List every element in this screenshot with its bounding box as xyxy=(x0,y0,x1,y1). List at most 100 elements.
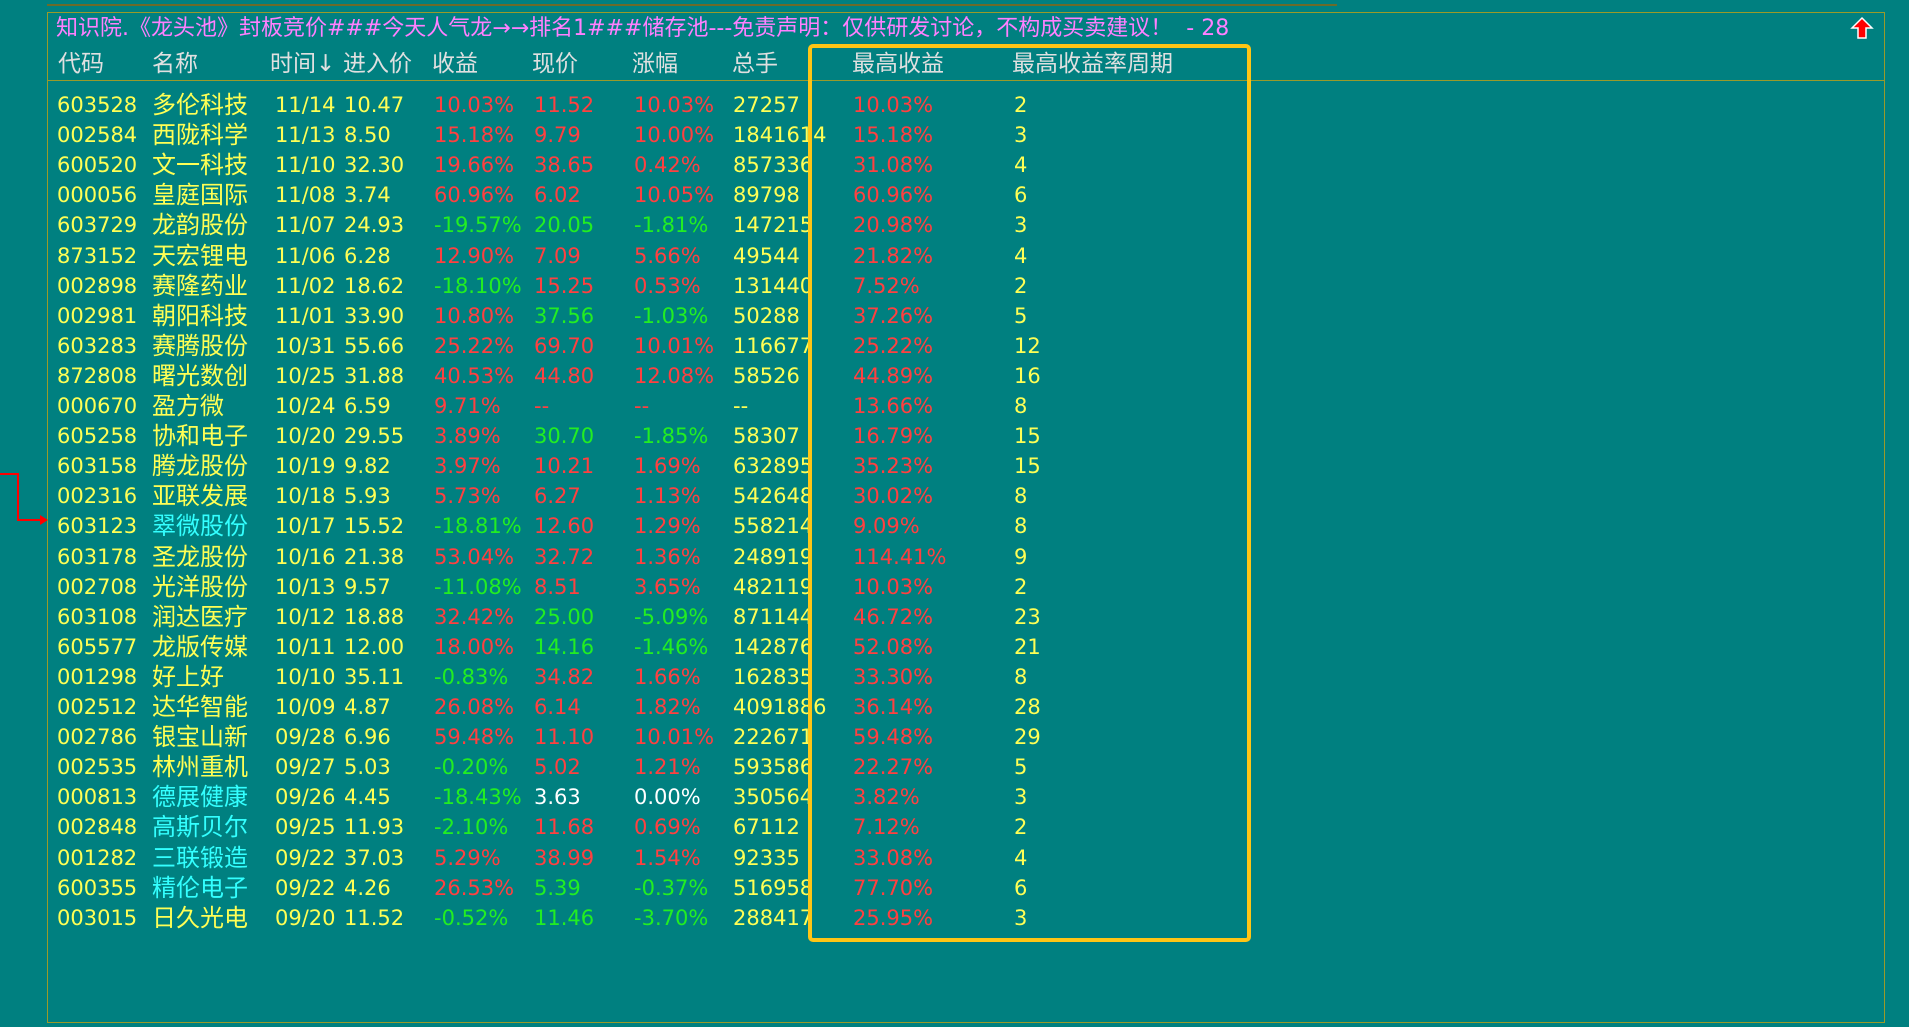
table-row[interactable]: 873152 天宏锂电 11/06 6.28 12.90% 7.09 5.66% 49544 2… xyxy=(0,241,1300,271)
cell-volume: 147215 xyxy=(733,213,814,238)
table-row[interactable]: 003015 日久光电 09/20 11.52 -0.52% 11.46 -3.70% 288… xyxy=(0,903,1300,933)
col-header-gain[interactable]: 收益 xyxy=(432,48,478,80)
cell-max-gain: 52.08% xyxy=(853,634,934,659)
col-header-entry-price[interactable]: 进入价 xyxy=(343,48,412,80)
cell-max-gain: 7.52% xyxy=(853,273,920,298)
table-row[interactable]: 002848 高斯贝尔 09/25 11.93 -2.10% 11.68 0.69% 6711… xyxy=(0,812,1300,842)
cell-max-gain-period: 5 xyxy=(1014,303,1028,328)
table-row[interactable]: 600520 文一科技 11/10 32.30 19.66% 38.65 0.42% 8573… xyxy=(0,150,1300,180)
up-arrow-icon[interactable] xyxy=(1850,16,1874,40)
cell-max-gain: 15.18% xyxy=(853,123,934,148)
cell-code: 001282 xyxy=(57,845,138,870)
cell-volume: 857336 xyxy=(733,153,814,178)
cell-gain: 19.66% xyxy=(434,153,515,178)
cell-volume: 27257 xyxy=(733,93,800,117)
col-header-volume[interactable]: 总手 xyxy=(732,48,778,80)
cell-volume: 92335 xyxy=(733,845,800,870)
cell-name: 三联锻造 xyxy=(152,843,248,872)
cell-price: 37.56 xyxy=(534,303,595,328)
cell-gain: 5.29% xyxy=(434,845,501,870)
table-row[interactable]: 000056 皇庭国际 11/08 3.74 60.96% 6.02 10.05% 89798… xyxy=(0,180,1300,210)
cell-gain: 59.48% xyxy=(434,725,515,750)
cell-max-gain: 35.23% xyxy=(853,454,934,479)
cell-code: 603108 xyxy=(57,604,138,629)
cell-name: 圣龙股份 xyxy=(152,542,248,571)
col-header-price[interactable]: 现价 xyxy=(532,48,578,80)
col-header-time[interactable]: 时间↓ xyxy=(270,48,335,80)
cell-name: 龙韵股份 xyxy=(152,211,248,240)
table-row[interactable]: 603158 腾龙股份 10/19 9.82 3.97% 10.21 1.69% 632895… xyxy=(0,451,1300,481)
cell-max-gain: 25.22% xyxy=(853,333,934,358)
cell-code: 605258 xyxy=(57,424,138,449)
table-row[interactable]: 001282 三联锻造 09/22 37.03 5.29% 38.99 1.54% 92335… xyxy=(0,843,1300,873)
cell-entry-price: 33.90 xyxy=(344,303,405,328)
cell-change: 1.82% xyxy=(634,695,701,719)
cell-change: 10.01% xyxy=(634,333,715,358)
cell-gain: -18.43% xyxy=(434,785,522,810)
cell-price: 9.79 xyxy=(534,123,581,148)
cell-max-gain-period: 15 xyxy=(1014,424,1041,449)
cell-max-gain-period: 5 xyxy=(1014,755,1028,780)
cell-code: 605577 xyxy=(57,634,138,659)
cell-time: 10/11 xyxy=(275,634,336,659)
cell-volume: 248919 xyxy=(733,544,814,569)
cell-entry-price: 37.03 xyxy=(344,845,405,870)
table-row[interactable]: 605577 龙版传媒 10/11 12.00 18.00% 14.16 -1.46% 142… xyxy=(0,632,1300,662)
cell-change: 3.65% xyxy=(634,574,701,599)
table-row[interactable]: 002708 光洋股份 10/13 9.57 -11.08% 8.51 3.65% 48211… xyxy=(0,572,1300,602)
cell-time: 11/06 xyxy=(275,243,336,268)
cell-price: 6.14 xyxy=(534,695,581,719)
table-row[interactable]: 001298 好上好 10/10 35.11 -0.83% 34.82 1.66% 16283… xyxy=(0,662,1300,692)
table-row[interactable]: 000813 德展健康 09/26 4.45 -18.43% 3.63 0.00% 35056… xyxy=(0,782,1300,812)
cell-gain: 5.73% xyxy=(434,484,501,509)
cell-price: 11.52 xyxy=(534,93,595,117)
cell-price: 32.72 xyxy=(534,544,595,569)
cell-gain: 10.80% xyxy=(434,303,515,328)
cell-volume: 162835 xyxy=(733,664,814,689)
table-row[interactable]: 002584 西陇科学 11/13 8.50 15.18% 9.79 10.00% 18416… xyxy=(0,120,1300,150)
table-row[interactable]: 000670 盈方微 10/24 6.59 9.71% -- -- -- 13.66% 8 xyxy=(0,391,1300,421)
cell-max-gain-period: 6 xyxy=(1014,875,1028,900)
cell-entry-price: 6.59 xyxy=(344,394,391,418)
cell-volume: 67112 xyxy=(733,815,800,840)
cell-code: 603158 xyxy=(57,454,138,479)
col-header-change[interactable]: 涨幅 xyxy=(632,48,678,80)
cell-name: 精伦电子 xyxy=(152,873,248,902)
table-row[interactable]: 603528 多伦科技 11/14 10.47 10.03% 11.52 10.03% 272… xyxy=(0,90,1300,120)
cell-code: 603178 xyxy=(57,544,138,569)
col-header-code[interactable]: 代码 xyxy=(58,48,104,80)
cell-max-gain-period: 9 xyxy=(1014,544,1028,569)
cell-code: 600520 xyxy=(57,153,138,178)
cell-volume: 288417 xyxy=(733,905,814,930)
table-row[interactable]: 603123 翠微股份 10/17 15.52 -18.81% 12.60 1.29% 558… xyxy=(0,511,1300,541)
cell-name: 文一科技 xyxy=(152,151,248,180)
table-row[interactable]: 605258 协和电子 10/20 29.55 3.89% 30.70 -1.85% 5830… xyxy=(0,421,1300,451)
cell-code: 872808 xyxy=(57,363,138,388)
table-row[interactable]: 002512 达华智能 10/09 4.87 26.08% 6.14 1.82% 409188… xyxy=(0,692,1300,722)
table-row[interactable]: 002898 赛隆药业 11/02 18.62 -18.10% 15.25 0.53% 131… xyxy=(0,271,1300,301)
cell-volume: 350564 xyxy=(733,785,814,810)
table-row[interactable]: 872808 曙光数创 10/25 31.88 40.53% 44.80 12.08% 585… xyxy=(0,361,1300,391)
table-row[interactable]: 603178 圣龙股份 10/16 21.38 53.04% 32.72 1.36% 2489… xyxy=(0,542,1300,572)
cell-max-gain-period: 23 xyxy=(1014,604,1041,629)
table-row[interactable]: 603108 润达医疗 10/12 18.88 32.42% 25.00 -5.09% 871… xyxy=(0,602,1300,632)
cell-price: 38.65 xyxy=(534,153,595,178)
table-row[interactable]: 002786 银宝山新 09/28 6.96 59.48% 11.10 10.01% 2226… xyxy=(0,722,1300,752)
table-row[interactable]: 603283 赛腾股份 10/31 55.66 25.22% 69.70 10.01% 116… xyxy=(0,331,1300,361)
cell-max-gain: 22.27% xyxy=(853,755,934,780)
col-header-max-gain[interactable]: 最高收益 xyxy=(852,48,944,80)
cell-time: 09/20 xyxy=(275,905,336,930)
table-row[interactable]: 002535 林州重机 09/27 5.03 -0.20% 5.02 1.21% 593586… xyxy=(0,752,1300,782)
cell-name: 好上好 xyxy=(152,662,224,691)
table-row[interactable]: 002981 朝阳科技 11/01 33.90 10.80% 37.56 -1.03% 502… xyxy=(0,301,1300,331)
table-row[interactable]: 600355 精伦电子 09/22 4.26 26.53% 5.39 -0.37% 51695… xyxy=(0,873,1300,903)
cell-entry-price: 18.88 xyxy=(344,604,405,629)
cell-entry-price: 35.11 xyxy=(344,664,405,689)
col-header-name[interactable]: 名称 xyxy=(152,48,198,80)
cell-code: 603528 xyxy=(57,93,138,117)
cell-volume: 558214 xyxy=(733,514,814,539)
col-header-max-gain-period[interactable]: 最高收益率周期 xyxy=(1012,48,1173,80)
table-row[interactable]: 002316 亚联发展 10/18 5.93 5.73% 6.27 1.13% 542648 3… xyxy=(0,481,1300,511)
cell-max-gain: 21.82% xyxy=(853,243,934,268)
table-row[interactable]: 603729 龙韵股份 11/07 24.93 -19.57% 20.05 -1.81% 14… xyxy=(0,210,1300,240)
